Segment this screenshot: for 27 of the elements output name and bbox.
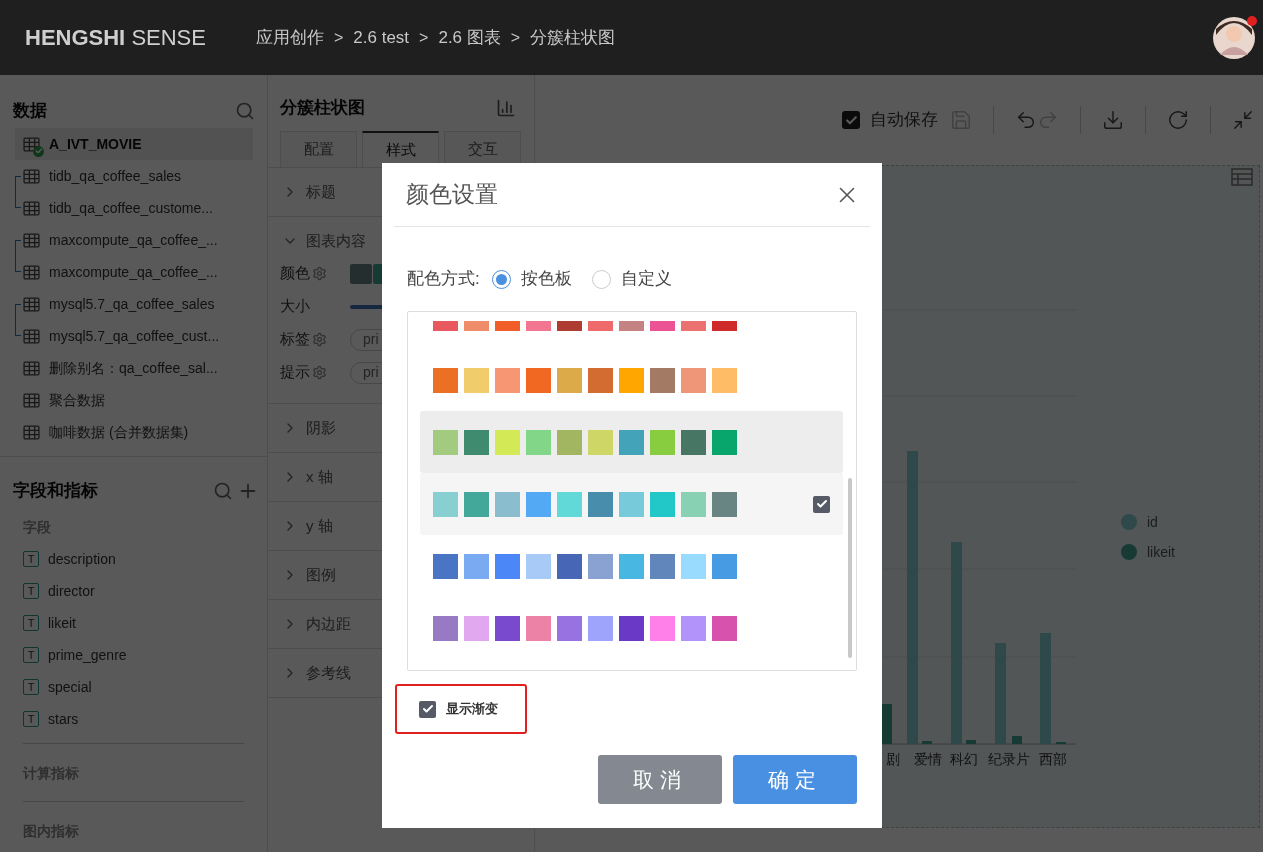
text-type-icon: T bbox=[23, 551, 39, 567]
breadcrumb-separator: > bbox=[333, 27, 344, 48]
row-label: 标签 bbox=[280, 329, 310, 350]
row-label: 提示 bbox=[280, 362, 310, 383]
axis-label: 科幻 bbox=[950, 751, 978, 767]
autosave-label: 自动保存 bbox=[870, 109, 938, 132]
panel-title: 分簇柱状图 bbox=[280, 97, 365, 120]
axis-label: 西部 bbox=[1039, 751, 1067, 767]
dialog-title: 颜色设置 bbox=[406, 180, 498, 210]
axis-label: 纪录片 bbox=[988, 751, 1030, 767]
text-type-icon: T bbox=[23, 679, 39, 695]
legend-label: likeit bbox=[1147, 544, 1175, 560]
axis-label: 剧 bbox=[886, 751, 900, 767]
gradient-label: 显示渐变 bbox=[446, 700, 498, 719]
text-type-icon: T bbox=[23, 647, 39, 663]
text-type-icon: T bbox=[23, 711, 39, 727]
row-label: 大小 bbox=[280, 296, 310, 317]
text-type-icon: T bbox=[23, 583, 39, 599]
section-title: 字段和指标 bbox=[13, 480, 98, 503]
breadcrumb-separator: > bbox=[510, 27, 521, 48]
axis-label: 爱情 bbox=[914, 751, 942, 767]
text-type-icon: T bbox=[23, 615, 39, 631]
legend-label: id bbox=[1147, 514, 1158, 530]
mode-label: 配色方式: bbox=[407, 268, 480, 291]
row-label: 颜色 bbox=[280, 263, 310, 284]
section-title: 数据 bbox=[13, 100, 47, 123]
breadcrumb-separator: > bbox=[419, 27, 429, 48]
